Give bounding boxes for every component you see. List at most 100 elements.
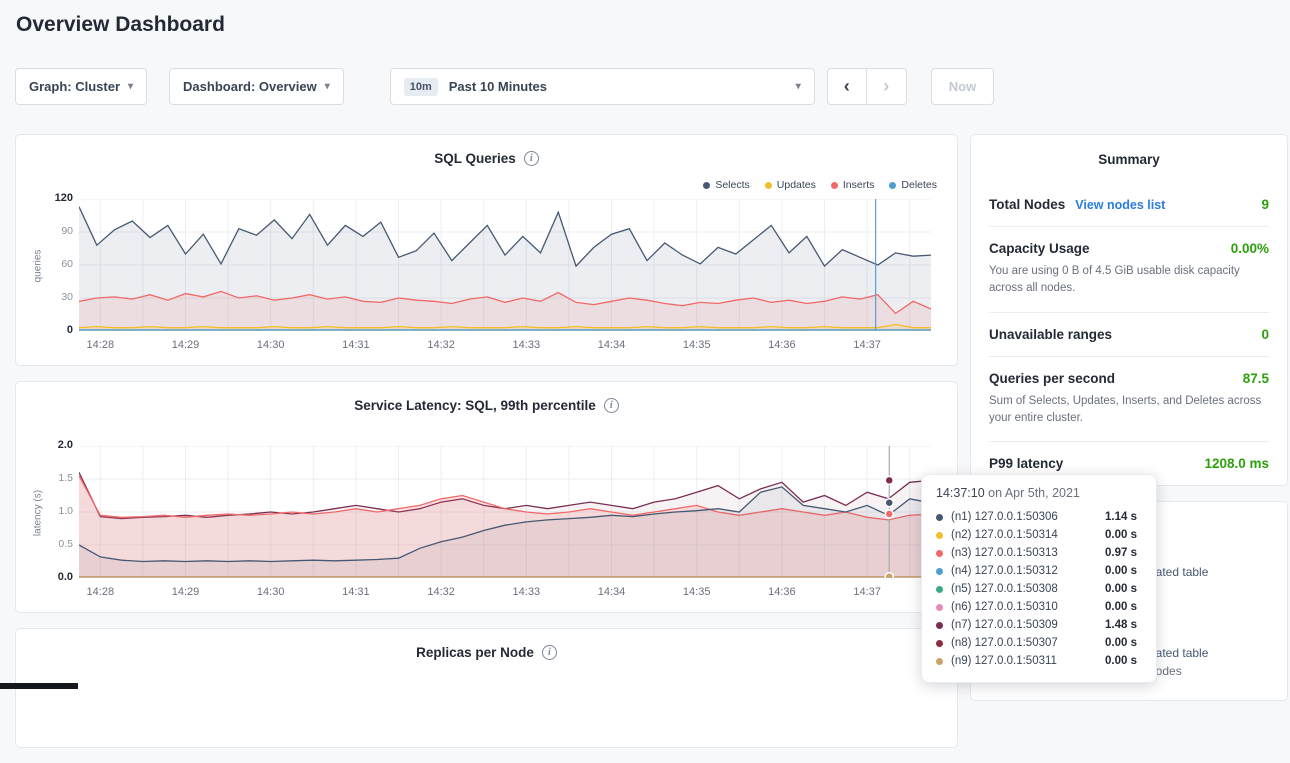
chevron-down-icon: ▾ [128,81,133,92]
chart-title-row: SQL Queries i [16,151,957,166]
capacity-value: 0.00% [1231,241,1269,256]
legend-dot [889,182,896,189]
node-color-dot [936,658,943,665]
legend-item-updates[interactable]: Updates [765,179,816,191]
y-axis-tick: 0.0 [33,571,73,583]
event-item-fragment[interactable]: eated table [1149,565,1208,579]
node-address: (n1) 127.0.0.1:50306 [951,511,1101,523]
x-axis-tick: 14:33 [513,339,541,351]
summary-row-unavailable: Unavailable ranges 0 [989,312,1269,356]
x-axis-tick: 14:30 [257,339,285,351]
event-item-fragment[interactable]: eated table [1149,646,1208,660]
tooltip-node-row: (n7) 127.0.0.1:50309 1.48 s [936,616,1142,634]
sql-queries-plot[interactable] [79,199,931,331]
time-range-selector[interactable]: 10m Past 10 Minutes ▾ [390,68,815,105]
legend-label: Deletes [901,179,937,191]
tooltip-node-row: (n9) 127.0.0.1:50311 0.00 s [936,652,1142,670]
graph-dropdown[interactable]: Graph: Cluster ▾ [15,68,147,105]
node-latency-value: 0.00 s [1105,655,1137,667]
chart-hover-tooltip: 14:37:10 on Apr 5th, 2021 (n1) 127.0.0.1… [921,474,1157,683]
tooltip-node-row: (n6) 127.0.0.1:50310 0.00 s [936,598,1142,616]
node-address: (n5) 127.0.0.1:50308 [951,583,1101,595]
node-address: (n3) 127.0.0.1:50313 [951,547,1101,559]
y-axis-tick: 1.5 [33,472,73,484]
service-latency-plot[interactable] [79,446,931,578]
node-latency-value: 0.97 s [1105,547,1137,559]
p99-latency-label: P99 latency [989,456,1063,471]
chevron-down-icon: ▾ [796,81,801,92]
summary-row-capacity: Capacity Usage 0.00% You are using 0 B o… [989,226,1269,312]
legend-dot [703,182,710,189]
y-axis-tick: 1.0 [33,505,73,517]
time-range-label: Past 10 Minutes [449,79,547,94]
node-color-dot [936,532,943,539]
info-icon[interactable]: i [604,398,619,413]
summary-row-qps: Queries per second 87.5 Sum of Selects, … [989,356,1269,442]
x-axis-tick: 14:37 [853,586,881,598]
x-axis-tick: 14:30 [257,586,285,598]
qps-label: Queries per second [989,371,1115,386]
time-prev-button[interactable]: ‹ [827,68,867,105]
capacity-description: You are using 0 B of 4.5 GiB usable disk… [989,263,1269,298]
sql-queries-chart-card: SQL Queries i Selects Updates Inserts Delet… [15,134,958,366]
chart-legend: Selects Updates Inserts Deletes [703,179,937,191]
node-color-dot [936,550,943,557]
x-axis-tick: 14:28 [87,339,115,351]
node-color-dot [936,568,943,575]
legend-item-selects[interactable]: Selects [703,179,749,191]
tooltip-time: 14:37:10 [936,486,985,500]
legend-item-inserts[interactable]: Inserts [831,179,875,191]
chevron-down-icon: ▾ [325,81,330,92]
tooltip-node-row: (n5) 127.0.0.1:503080.00 s [936,580,1142,598]
x-axis-tick: 14:36 [768,339,796,351]
y-axis-tick: 90 [33,225,73,237]
view-nodes-list-link[interactable]: View nodes list [1075,198,1165,212]
x-axis-tick: 14:29 [172,339,200,351]
chart-title: Replicas per Node [416,645,534,660]
node-address: (n2) 127.0.0.1:50314 [951,529,1101,541]
x-axis-tick: 14:37 [853,339,881,351]
info-icon[interactable]: i [524,151,539,166]
node-address: (n4) 127.0.0.1:50312 [951,565,1101,577]
x-axis-tick: 14:32 [427,586,455,598]
charts-column: SQL Queries i Selects Updates Inserts Delet… [15,134,958,763]
tooltip-node-row: (n4) 127.0.0.1:503120.00 s [936,562,1142,580]
summary-title: Summary [989,135,1269,183]
x-axis-tick: 14:34 [598,586,626,598]
node-color-dot [936,586,943,593]
chart-title: Service Latency: SQL, 99th percentile [354,398,596,413]
page-title: Overview Dashboard [16,13,225,37]
x-axis-tick: 14:36 [768,586,796,598]
chart-title-row: Service Latency: SQL, 99th percentile i [16,398,957,413]
node-address: (n6) 127.0.0.1:50310 [951,601,1101,613]
node-latency-value: 0.00 s [1105,637,1137,649]
x-axis-tick: 14:28 [87,586,115,598]
node-latency-value: 1.48 s [1105,619,1137,631]
tooltip-node-row: (n1) 127.0.0.1:50306 1.14 s [936,508,1142,526]
y-axis-tick: 30 [33,291,73,303]
unavailable-ranges-label: Unavailable ranges [989,327,1112,342]
tooltip-timestamp: 14:37:10 on Apr 5th, 2021 [936,486,1142,500]
legend-item-deletes[interactable]: Deletes [889,179,937,191]
x-axis-tick: 14:31 [342,339,370,351]
tooltip-rows: (n1) 127.0.0.1:50306 1.14 s (n2) 127.0.0.1… [936,508,1142,670]
x-axis-tick: 14:34 [598,339,626,351]
x-axis-tick: 14:29 [172,586,200,598]
node-latency-value: 0.00 s [1105,601,1137,613]
replicas-chart-card: Replicas per Node i [15,628,958,748]
node-color-dot [936,640,943,647]
x-axis-tick: 14:35 [683,339,711,351]
dashboard-dropdown[interactable]: Dashboard: Overview ▾ [169,68,344,105]
time-next-button[interactable]: › [867,68,907,105]
x-axis-tick: 14:32 [427,339,455,351]
node-address: (n7) 127.0.0.1:50309 [951,619,1101,631]
node-address: (n9) 127.0.0.1:50311 [951,655,1101,667]
time-step-buttons: ‹ › [827,68,907,105]
total-nodes-label: Total Nodes [989,197,1065,212]
node-latency-value: 1.14 s [1105,511,1137,523]
y-axis-tick: 60 [33,258,73,270]
now-button[interactable]: Now [931,68,994,105]
info-icon[interactable]: i [542,645,557,660]
summary-card: Summary Total Nodes View nodes list 9 Ca… [970,134,1288,486]
node-address: (n8) 127.0.0.1:50307 [951,637,1101,649]
